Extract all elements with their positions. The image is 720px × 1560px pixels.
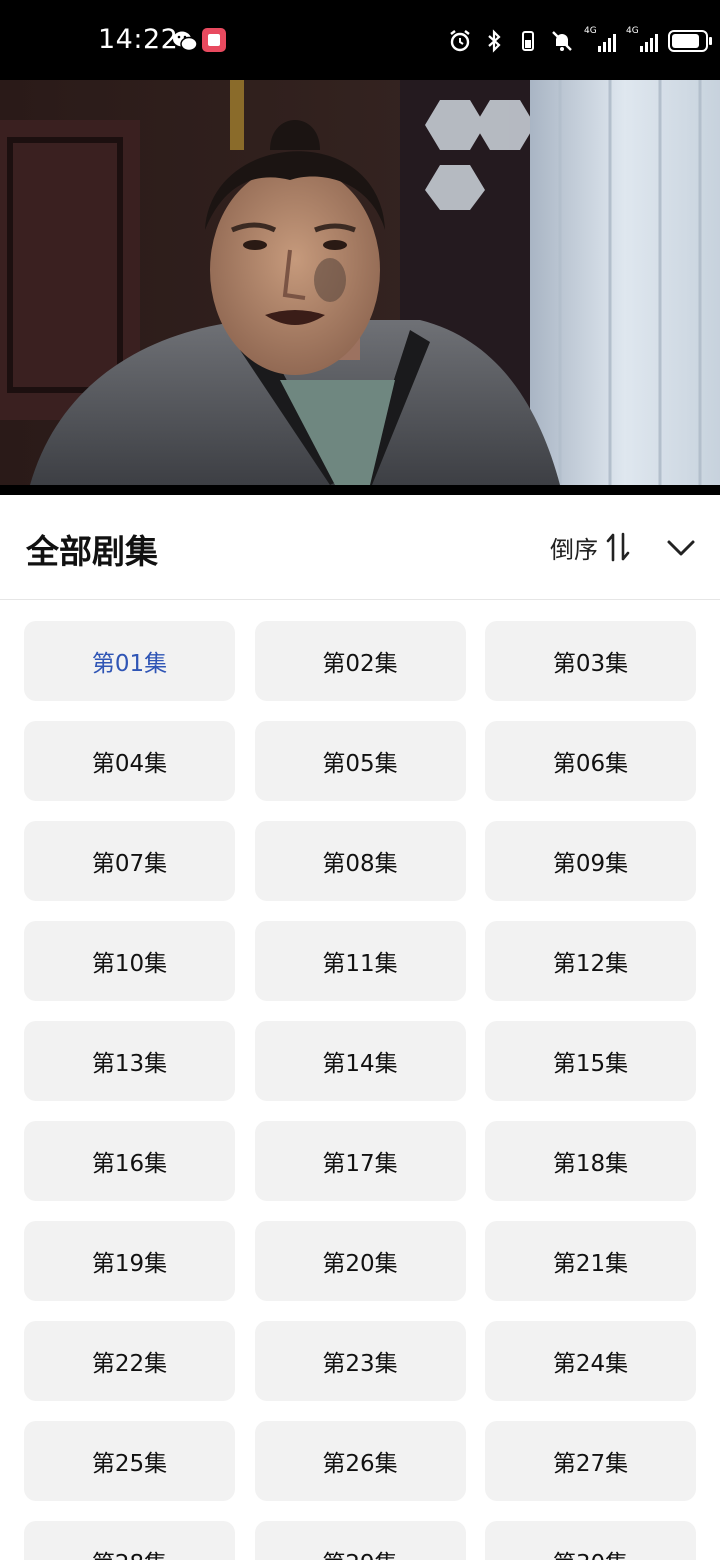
episode-item[interactable]: 第21集 — [485, 1221, 696, 1301]
signal-icon: 4G — [584, 26, 616, 52]
episode-item[interactable]: 第01集 — [24, 621, 235, 701]
video-frame — [0, 80, 720, 495]
episode-item[interactable]: 第27集 — [485, 1421, 696, 1501]
sort-arrows-icon — [606, 532, 630, 562]
vibrate-battery-icon — [522, 31, 534, 51]
episode-item[interactable]: 第26集 — [254, 1421, 466, 1501]
episode-item[interactable]: 第18集 — [485, 1121, 696, 1201]
episode-item[interactable]: 第28集 — [24, 1521, 235, 1560]
network-type-1: 4G — [584, 26, 597, 36]
episode-item[interactable]: 第19集 — [24, 1221, 235, 1301]
mute-icon — [552, 31, 572, 51]
episode-item[interactable]: 第11集 — [254, 921, 466, 1001]
episode-item[interactable]: 第30集 — [485, 1521, 696, 1560]
episode-item[interactable]: 第16集 — [24, 1121, 235, 1201]
wechat-icon — [173, 31, 198, 52]
episode-item[interactable]: 第03集 — [485, 621, 696, 701]
sheet-header: 全部剧集 倒序 — [0, 495, 720, 600]
status-bar: 14:22 4G 4G — [0, 0, 720, 80]
episode-sheet: 全部剧集 倒序 第01集 第02集 第03集第04集 第05集 第06集第07集 第08集… — [0, 495, 720, 1560]
episode-item[interactable]: 第08集 — [254, 821, 466, 901]
episode-item[interactable]: 第23集 — [254, 1321, 466, 1401]
all-episodes-title: 全部剧集 — [26, 532, 158, 571]
sort-label: 倒序 — [550, 535, 598, 564]
episode-item[interactable]: 第12集 — [485, 921, 696, 1001]
episode-item[interactable]: 第25集 — [24, 1421, 235, 1501]
battery-fill — [672, 34, 700, 48]
episode-grid: 第01集 第02集 第03集第04集 第05集 第06集第07集 第08集 第09集第10集… — [24, 621, 696, 1560]
network-type-2: 4G — [626, 26, 639, 36]
episode-item[interactable]: 第13集 — [24, 1021, 235, 1101]
bluetooth-icon — [488, 29, 501, 53]
episode-item[interactable]: 第14集 — [254, 1021, 466, 1101]
episode-item[interactable]: 第22集 — [24, 1321, 235, 1401]
episode-item[interactable]: 第24集 — [485, 1321, 696, 1401]
battery-icon — [668, 30, 712, 52]
alarm-icon — [450, 30, 470, 52]
episode-item[interactable]: 第20集 — [254, 1221, 466, 1301]
episode-item[interactable]: 第06集 — [485, 721, 696, 801]
episode-item[interactable]: 第17集 — [254, 1121, 466, 1201]
chevron-down-icon[interactable] — [664, 531, 698, 565]
episode-item[interactable]: 第02集 — [254, 621, 466, 701]
episode-item[interactable]: 第15集 — [485, 1021, 696, 1101]
video-player[interactable] — [0, 80, 720, 495]
episode-item[interactable]: 第07集 — [24, 821, 235, 901]
status-icons: 4G 4G — [448, 26, 712, 56]
episode-item[interactable]: 第10集 — [24, 921, 235, 1001]
episode-item[interactable]: 第09集 — [485, 821, 696, 901]
episode-item[interactable]: 第04集 — [24, 721, 235, 801]
status-time: 14:22 — [98, 24, 179, 55]
notes-app-icon — [202, 28, 226, 52]
signal-icon-2: 4G — [626, 26, 658, 52]
episode-item[interactable]: 第29集 — [254, 1521, 466, 1560]
sort-reverse-button[interactable]: 倒序 — [550, 527, 630, 567]
episode-item[interactable]: 第05集 — [254, 721, 466, 801]
